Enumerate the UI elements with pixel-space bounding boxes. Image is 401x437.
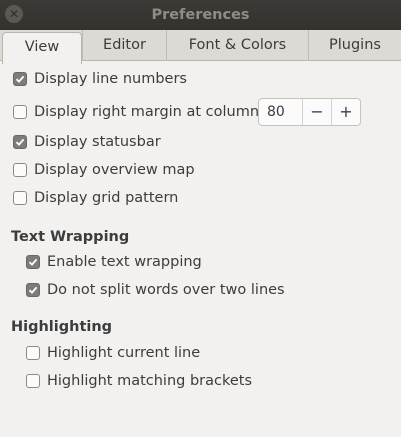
close-button[interactable]: ✕ (5, 5, 23, 23)
display-grid-pattern-label: Display grid pattern (34, 190, 179, 206)
display-statusbar-label: Display statusbar (34, 134, 161, 150)
display-line-numbers-checkbox[interactable] (13, 72, 27, 86)
display-right-margin-option[interactable]: Display right margin at column: (13, 101, 264, 123)
no-split-words-checkbox[interactable] (26, 283, 40, 297)
highlight-current-line-label: Highlight current line (47, 345, 201, 361)
display-line-numbers-option[interactable]: Display line numbers (13, 68, 187, 90)
highlight-matching-brackets-option[interactable]: Highlight matching brackets (26, 370, 252, 392)
increment-button[interactable]: + (331, 99, 360, 125)
highlight-current-line-checkbox[interactable] (26, 346, 40, 360)
highlight-matching-brackets-checkbox[interactable] (26, 374, 40, 388)
display-overview-map-label: Display overview map (34, 162, 195, 178)
no-split-words-label: Do not split words over two lines (47, 282, 285, 298)
enable-text-wrapping-checkbox[interactable] (26, 255, 40, 269)
title-bar: ✕ Preferences (0, 0, 401, 30)
tab-bar: View Editor Font & Colors Plugins (0, 30, 401, 64)
display-line-numbers-label: Display line numbers (34, 71, 187, 87)
tab-editor[interactable]: Editor (82, 30, 166, 61)
close-icon: ✕ (8, 7, 20, 21)
display-right-margin-label: Display right margin at column: (34, 104, 264, 120)
display-overview-map-option[interactable]: Display overview map (13, 159, 195, 181)
enable-text-wrapping-option[interactable]: Enable text wrapping (26, 251, 202, 273)
check-icon (15, 75, 25, 83)
check-icon (28, 286, 38, 294)
check-icon (15, 138, 25, 146)
highlight-current-line-option[interactable]: Highlight current line (26, 342, 200, 364)
display-overview-map-checkbox[interactable] (13, 163, 27, 177)
highlighting-heading: Highlighting (11, 319, 113, 335)
text-wrapping-heading: Text Wrapping (11, 229, 130, 245)
right-margin-value[interactable]: 80 (259, 99, 302, 125)
display-statusbar-option[interactable]: Display statusbar (13, 131, 161, 153)
tab-view[interactable]: View (2, 32, 82, 64)
enable-text-wrapping-label: Enable text wrapping (47, 254, 202, 270)
tab-font-colors[interactable]: Font & Colors (166, 30, 308, 61)
display-statusbar-checkbox[interactable] (13, 135, 27, 149)
no-split-words-option[interactable]: Do not split words over two lines (26, 279, 285, 301)
check-icon (28, 258, 38, 266)
display-grid-pattern-checkbox[interactable] (13, 191, 27, 205)
highlight-matching-brackets-label: Highlight matching brackets (47, 373, 253, 389)
display-grid-pattern-option[interactable]: Display grid pattern (13, 187, 178, 209)
decrement-button[interactable]: − (302, 99, 331, 125)
right-margin-spinner[interactable]: 80 − + (258, 98, 361, 126)
window-title: Preferences (151, 7, 250, 23)
display-right-margin-checkbox[interactable] (13, 105, 27, 119)
tab-plugins[interactable]: Plugins (308, 30, 401, 61)
